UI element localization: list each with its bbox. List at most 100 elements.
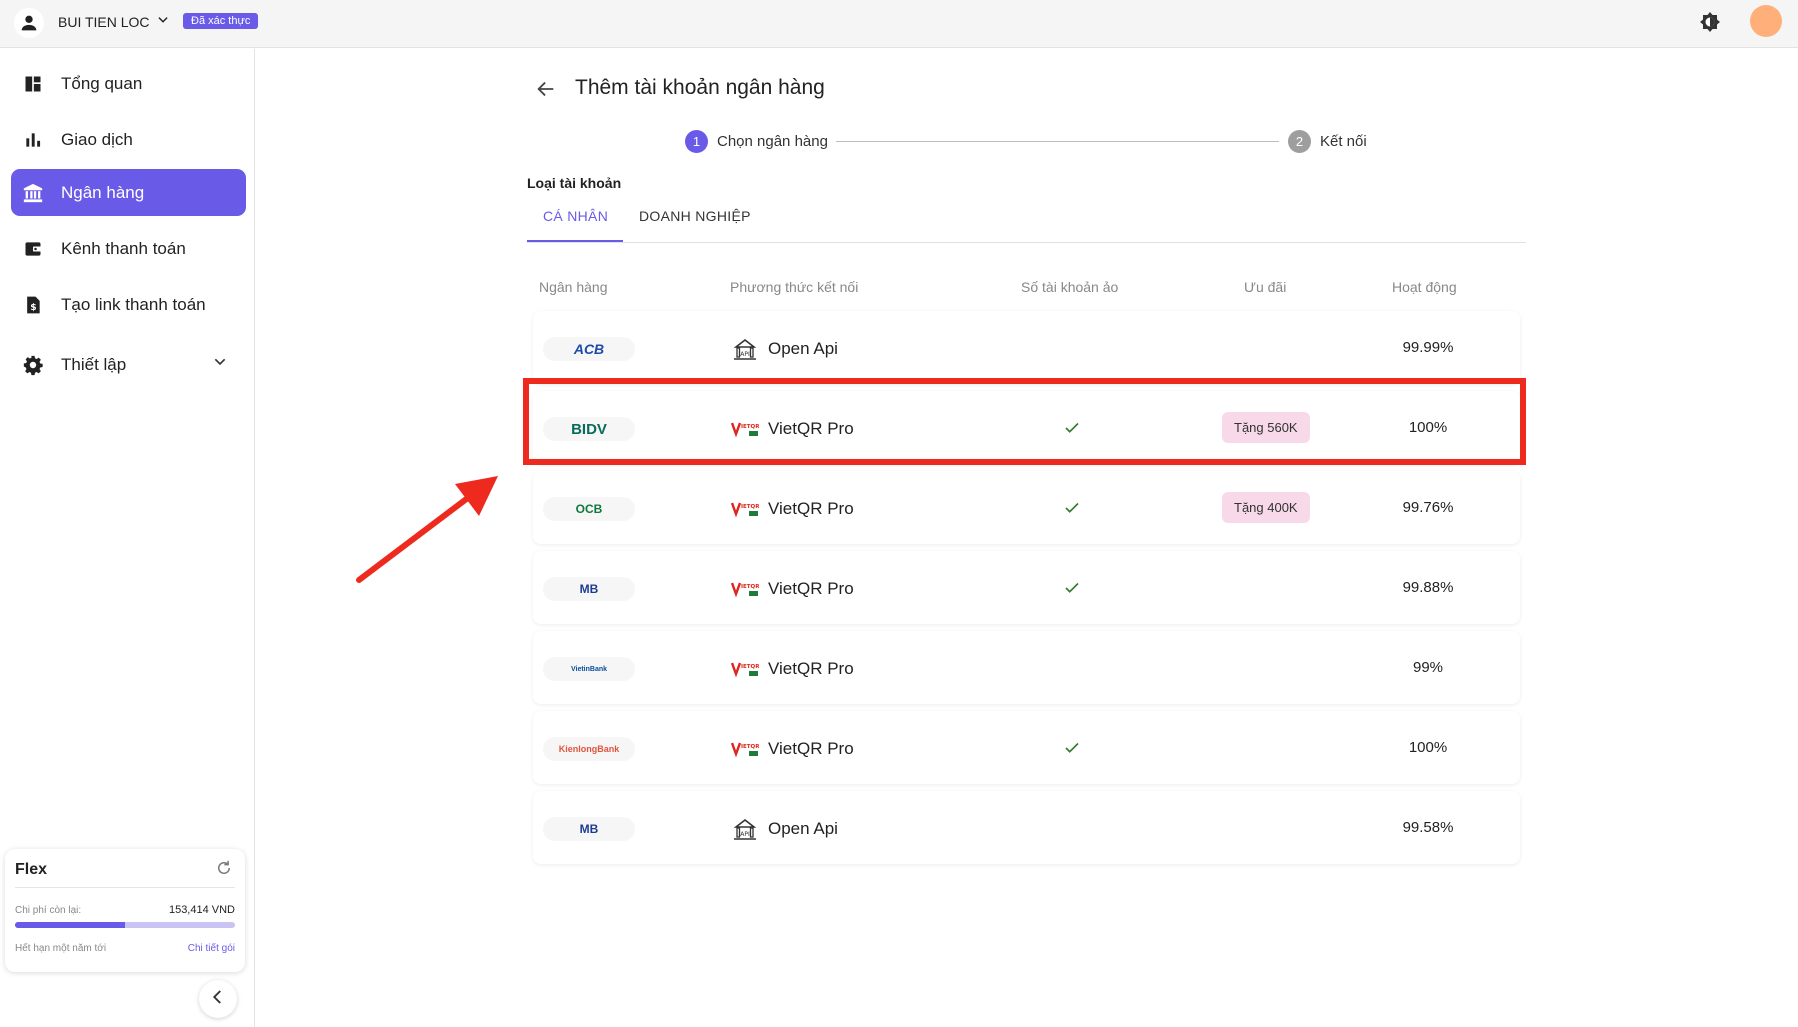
check-icon — [1063, 739, 1081, 762]
refresh-icon[interactable] — [215, 859, 233, 882]
bank-row[interactable]: MB API Open Api 99.58% — [533, 791, 1520, 864]
vietqr-icon: IETQR — [731, 577, 759, 601]
bank-row[interactable]: MB IETQR VietQR Pro 99.88% — [533, 551, 1520, 624]
bank-name: MB — [579, 582, 599, 596]
svg-text:IETQR: IETQR — [741, 664, 759, 670]
check-icon — [1063, 579, 1081, 602]
connection-method: IETQR VietQR Pro — [731, 737, 854, 761]
chevron-left-icon — [209, 988, 227, 1011]
collapse-sidebar-button[interactable] — [199, 980, 237, 1018]
plan-name: Flex — [15, 861, 48, 878]
tab-active-indicator — [527, 240, 623, 242]
vietqr-icon: IETQR — [731, 737, 759, 761]
bar-chart-icon — [21, 128, 45, 152]
sidebar-item-bank[interactable]: Ngân hàng — [11, 169, 246, 216]
sidebar-item-settings[interactable]: Thiết lập — [11, 341, 246, 388]
brightness-icon[interactable] — [1697, 9, 1723, 35]
sidebar-item-payment-channels[interactable]: Kênh thanh toán — [11, 225, 246, 272]
annotation-arrow — [355, 470, 505, 590]
divider — [15, 887, 235, 888]
sidebar-item-label: Tạo link thanh toán — [61, 294, 206, 314]
connection-method: API Open Api — [731, 817, 838, 841]
svg-text:IETQR: IETQR — [741, 504, 759, 510]
invoice-icon: $ — [21, 293, 45, 317]
method-label: Open Api — [768, 819, 838, 838]
remaining-label: Chi phí còn lại: — [15, 905, 82, 916]
connection-method: API Open Api — [731, 337, 838, 361]
uptime-value: 99.76% — [1402, 499, 1454, 516]
method-label: Open Api — [768, 339, 838, 358]
bank-name: OCB — [575, 502, 603, 516]
bank-row[interactable]: VietinBank IETQR VietQR Pro 99% — [533, 631, 1520, 704]
stepper-connector — [836, 141, 1279, 142]
sidebar-item-label: Ngân hàng — [61, 182, 145, 202]
bank-name: VietinBank — [570, 665, 608, 673]
vietqr-icon: IETQR — [731, 497, 759, 521]
gear-icon — [21, 353, 45, 377]
tabs-divider — [527, 242, 1526, 243]
user-icon[interactable] — [14, 8, 44, 38]
method-label: VietQR Pro — [768, 739, 854, 758]
sidebar-item-payment-link[interactable]: $ Tạo link thanh toán — [11, 281, 246, 328]
chevron-down-icon — [212, 354, 228, 375]
step-connect: 2 Kết nối — [1288, 130, 1367, 153]
wallet-icon — [21, 237, 45, 261]
account-switcher[interactable]: BUI TIEN LOC — [58, 13, 170, 30]
page-title: Thêm tài khoản ngân hàng — [575, 76, 825, 99]
vietqr-icon: IETQR — [731, 657, 759, 681]
header-promo: Ưu đãi — [1244, 279, 1287, 295]
bank-logo: MB — [543, 577, 635, 601]
verified-badge: Đã xác thực — [183, 13, 259, 29]
header-bank: Ngân hàng — [539, 279, 608, 295]
sidebar-item-transactions[interactable]: Giao dịch — [11, 116, 246, 163]
svg-text:API: API — [740, 351, 750, 358]
bank-row[interactable]: KienlongBank IETQR VietQR Pro 100% — [533, 711, 1520, 784]
plan-detail-link[interactable]: Chi tiết gói — [188, 943, 235, 954]
uptime-value: 99.58% — [1402, 819, 1454, 836]
chevron-down-icon — [156, 13, 170, 30]
open-api-icon: API — [731, 337, 759, 361]
method-label: VietQR Pro — [768, 579, 854, 598]
sidebar-item-label: Tổng quan — [61, 73, 143, 93]
open-api-icon: API — [731, 817, 759, 841]
annotation-highlight-box — [523, 378, 1526, 465]
sidebar: Tổng quan Giao dịch Ngân hàng Kênh thanh… — [0, 49, 255, 1027]
avatar[interactable] — [1750, 5, 1782, 37]
uptime-value: 99% — [1412, 659, 1444, 676]
plan-card: Flex Chi phí còn lại: 153,414 VND Hết hạ… — [5, 849, 245, 972]
header-uptime: Hoạt động — [1392, 279, 1457, 295]
bank-logo: ACB — [543, 337, 635, 361]
sidebar-item-label: Kênh thanh toán — [61, 238, 186, 258]
dashboard-icon — [21, 72, 45, 96]
bank-logo: MB — [543, 817, 635, 841]
bank-name: ACB — [573, 341, 605, 357]
connection-method: IETQR VietQR Pro — [731, 577, 854, 601]
bank-name: MB — [579, 822, 599, 836]
back-arrow-icon[interactable] — [535, 78, 557, 105]
method-label: VietQR Pro — [768, 499, 854, 518]
bank-name: KienlongBank — [558, 744, 620, 754]
step-number: 1 — [685, 130, 708, 153]
step-number: 2 — [1288, 130, 1311, 153]
connection-method: IETQR VietQR Pro — [731, 497, 854, 521]
uptime-value: 100% — [1408, 739, 1448, 756]
step-label: Kết nối — [1320, 133, 1367, 150]
tab-personal[interactable]: CÁ NHÂN — [543, 208, 608, 224]
method-label: VietQR Pro — [768, 659, 854, 678]
bank-logo: KienlongBank — [543, 737, 635, 761]
header-connection-method: Phương thức kết nối — [730, 279, 859, 295]
bank-row[interactable]: OCB IETQR VietQR Pro Tặng 400K 99.76% — [533, 471, 1520, 544]
connection-method: IETQR VietQR Pro — [731, 657, 854, 681]
sidebar-item-label: Giao dịch — [61, 129, 133, 149]
promo-badge: Tặng 400K — [1222, 492, 1310, 523]
remaining-amount: 153,414 VND — [168, 904, 235, 916]
uptime-value: 99.88% — [1402, 579, 1454, 596]
plan-expiry: Hết hạn một năm tới — [15, 943, 107, 954]
bank-icon — [21, 181, 45, 205]
sidebar-item-overview[interactable]: Tổng quan — [11, 60, 246, 107]
bank-logo: OCB — [543, 497, 635, 521]
account-type-label: Loại tài khoản — [527, 175, 622, 191]
tab-business[interactable]: DOANH NGHIỆP — [639, 208, 751, 224]
plan-progress-fill — [15, 922, 125, 928]
bank-row[interactable]: ACB API Open Api 99.99% — [533, 311, 1520, 384]
